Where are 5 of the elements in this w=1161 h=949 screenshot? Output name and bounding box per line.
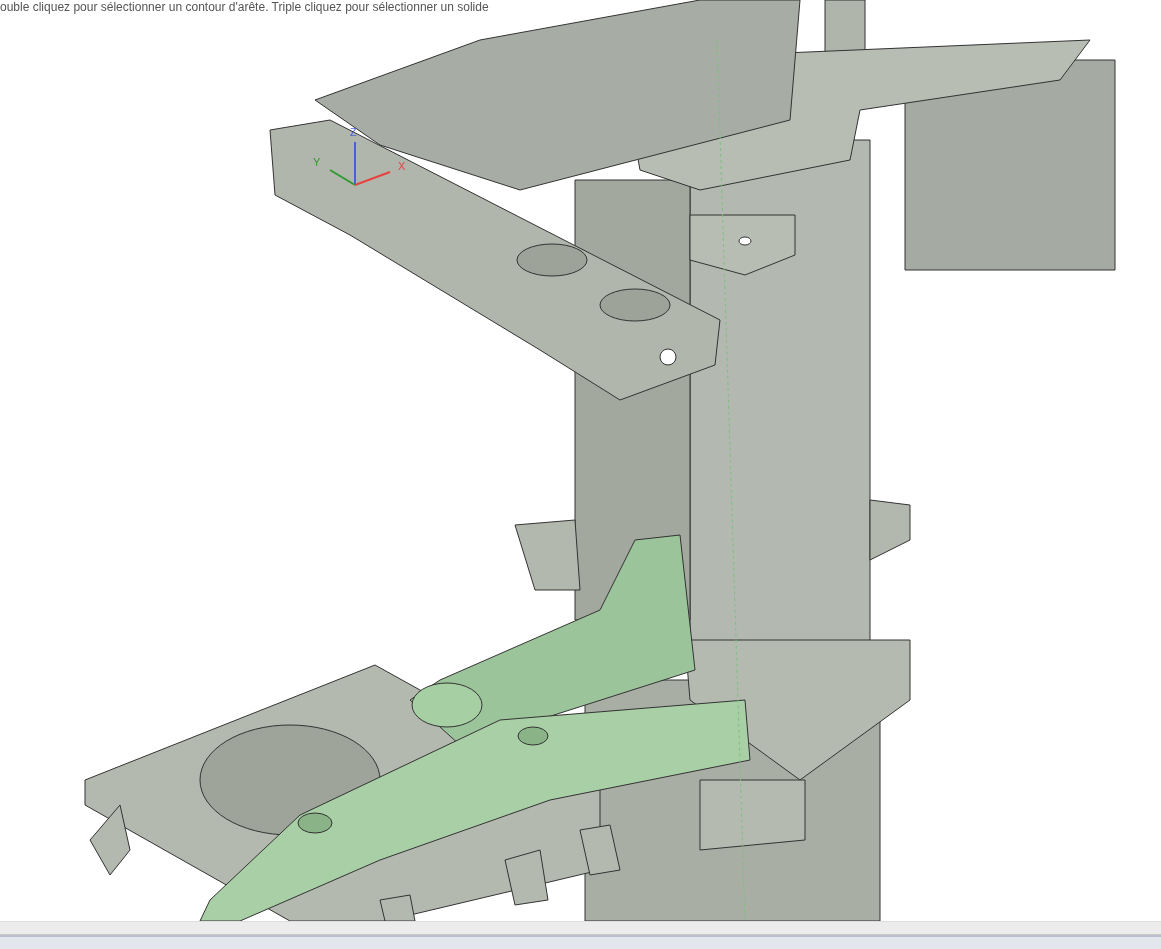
hint-text: ouble cliquez pour sélectionner un contour d'arête. Triple cliquez pour sélectionner un solide <box>0 0 489 16</box>
z-axis-label: Z <box>350 126 357 138</box>
3d-viewport[interactable]: ouble cliquez pour sélectionner un contour d'arête. Triple cliquez pour sélectionner un solide Z Y X <box>0 0 1161 921</box>
x-axis-label: X <box>398 160 406 172</box>
y-axis-label: Y <box>313 156 321 168</box>
